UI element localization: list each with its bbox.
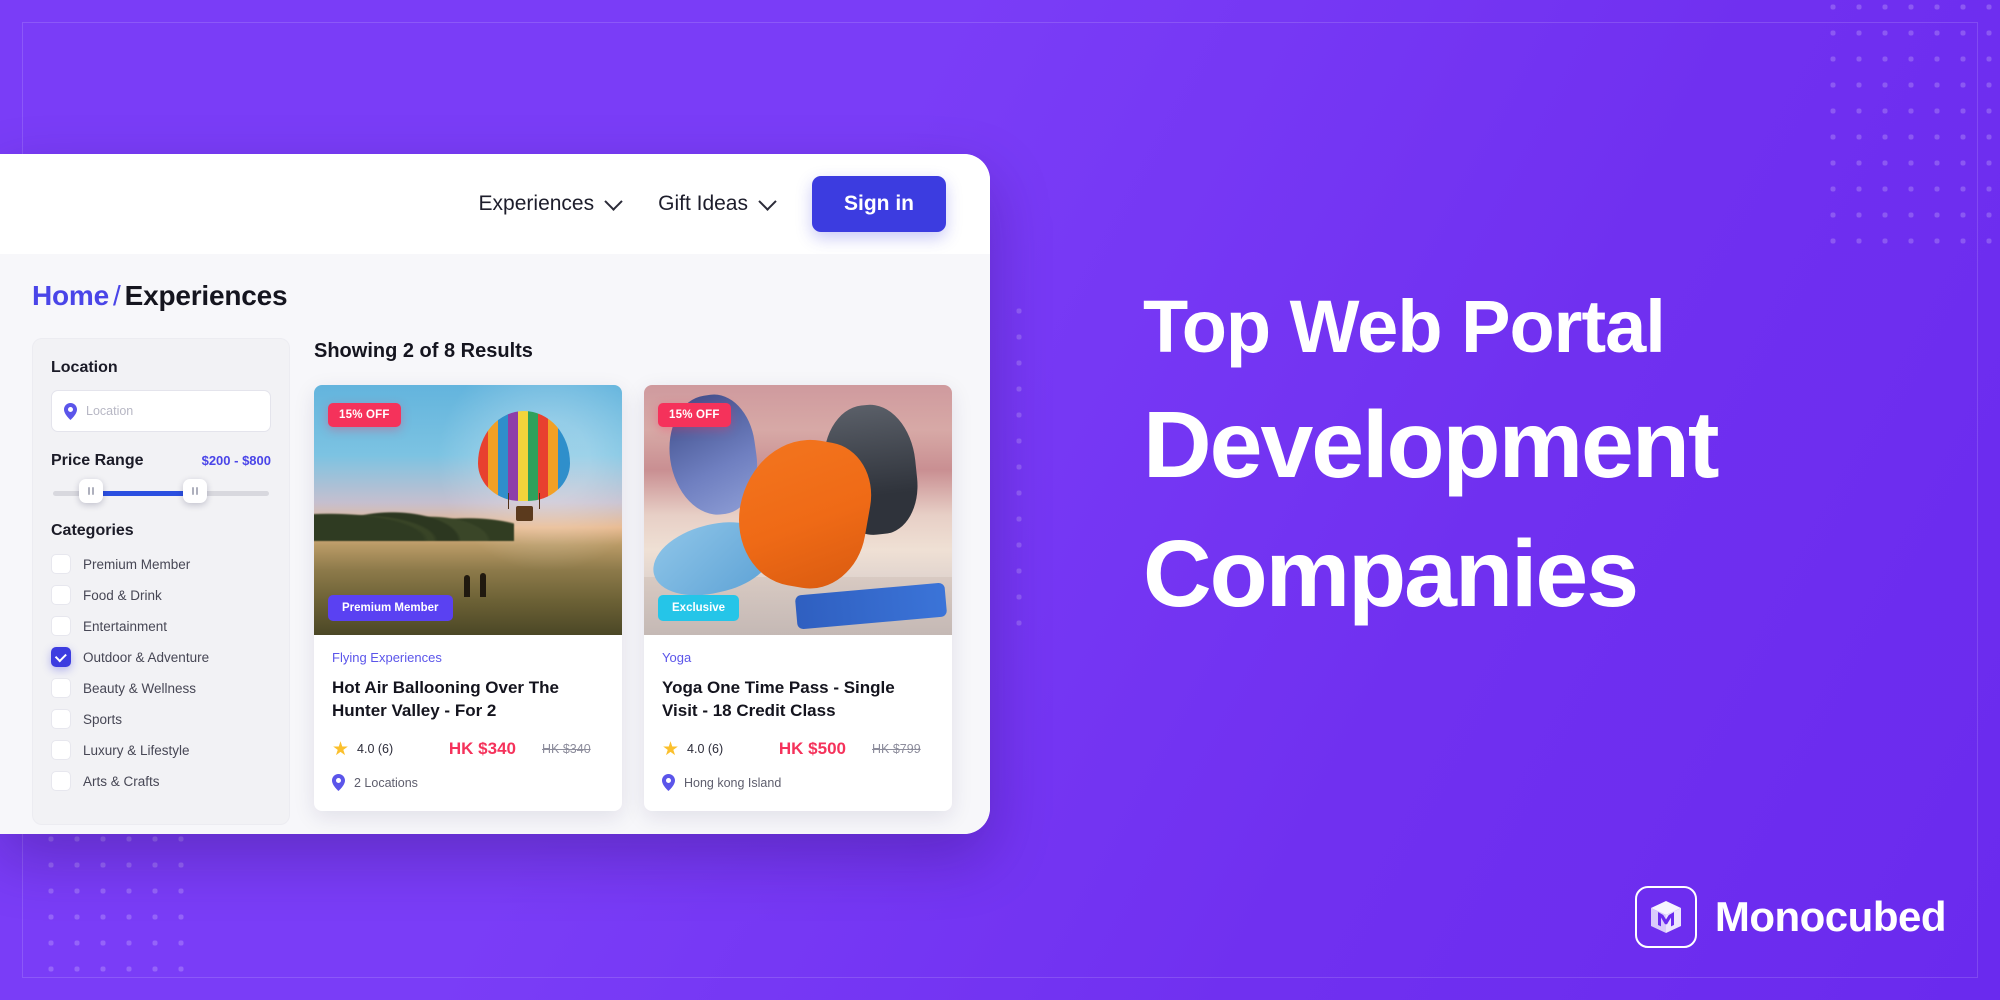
category-label: Beauty & Wellness (83, 680, 197, 696)
discount-badge: 15% OFF (328, 403, 401, 427)
nav-item-experiences[interactable]: Experiences (478, 191, 623, 216)
image-badge-exclusive: Exclusive (658, 595, 740, 621)
breadcrumb: Home / Experiences (32, 280, 990, 312)
category-item-arts-crafts[interactable]: Arts & Crafts (51, 771, 271, 791)
category-label: Premium Member (83, 556, 191, 572)
checkbox-checked[interactable] (51, 647, 71, 667)
content-area: Location Location Price Range $200 - $80… (32, 338, 990, 825)
card-title: Hot Air Ballooning Over The Hunter Valle… (332, 678, 559, 720)
discount-badge: 15% OFF (658, 403, 731, 427)
breadcrumb-current: Experiences (124, 280, 288, 311)
hot-air-balloon-illustration (478, 411, 570, 523)
location-input-placeholder: Location (86, 404, 134, 418)
category-item-premium-member[interactable]: Premium Member (51, 554, 271, 574)
monocubed-cube-icon (1634, 886, 1697, 948)
category-label: Entertainment (83, 618, 168, 634)
category-item-beauty-wellness[interactable]: Beauty & Wellness (51, 678, 271, 698)
price-range-row: Price Range $200 - $800 (51, 452, 271, 470)
checkbox[interactable] (51, 771, 71, 791)
star-icon: ★ (332, 738, 350, 760)
card-price-current: HK $340 (448, 739, 516, 759)
checkbox[interactable] (51, 616, 71, 636)
signin-button[interactable]: Sign in (812, 176, 946, 232)
page-content: Home / Experiences Location Location Price… (0, 254, 990, 834)
results-card-grid: 15% OFF Premium Member Flying Experience… (314, 385, 990, 812)
card-title: Yoga One Time Pass - Single Visit - 18 C… (662, 678, 895, 720)
promo-line-3: Companies (1143, 521, 1639, 627)
card-category-link[interactable]: Yoga (662, 650, 934, 665)
card-rating: 4.0 (6) (687, 742, 724, 757)
breadcrumb-separator: / (113, 280, 121, 311)
price-range-label: Price Range (51, 452, 144, 469)
results-panel: Showing 2 of 8 Results 15% OFF Premium M… (314, 338, 990, 825)
slider-handle-min[interactable] (79, 479, 103, 503)
promo-headline: Top Web Portal Development Companies (1143, 290, 1943, 622)
card-price-current: HK $500 (778, 739, 846, 759)
image-badge-premium-member: Premium Member (328, 595, 453, 621)
category-label: Arts & Crafts (83, 773, 160, 789)
category-item-entertainment[interactable]: Entertainment (51, 616, 271, 636)
promo-line-1: Top Web Portal (1143, 285, 1666, 368)
location-input-wrapper[interactable]: Location (51, 390, 271, 432)
categories-label: Categories (51, 522, 134, 539)
breadcrumb-home-link[interactable]: Home (32, 280, 109, 311)
results-heading: Showing 2 of 8 Results (314, 340, 533, 362)
card-category-link[interactable]: Flying Experiences (332, 650, 604, 665)
category-label: Sports (83, 711, 123, 727)
card-image-hot-air-balloon: 15% OFF Premium Member (314, 385, 622, 635)
map-pin-icon (64, 402, 77, 420)
checkbox[interactable] (51, 554, 71, 574)
image-people-silhouettes (462, 571, 502, 597)
slider-handle-max[interactable] (183, 479, 207, 503)
card-image-yoga-class: 15% OFF Exclusive (644, 385, 952, 635)
checkbox[interactable] (51, 740, 71, 760)
card-location-row: 2 Locations (332, 774, 604, 792)
card-location-text: Hong kong Island (684, 775, 782, 790)
category-item-food-drink[interactable]: Food & Drink (51, 585, 271, 605)
category-item-outdoor-adventure[interactable]: Outdoor & Adventure (51, 647, 271, 667)
app-window-screenshot: Experiences Gift Ideas Sign in Home / Expe… (0, 154, 990, 834)
promo-line-2: Development (1143, 392, 1720, 498)
card-meta-row: ★ 4.0 (6) HK $500 HK $799 (662, 739, 934, 759)
card-meta-row: ★ 4.0 (6) HK $340 HK $340 (332, 739, 604, 759)
brand-logo: Monocubed (1634, 886, 1947, 948)
category-item-luxury-lifestyle[interactable]: Luxury & Lifestyle (51, 740, 271, 760)
nav-item-label: Gift Ideas (658, 192, 748, 215)
chevron-down-icon (604, 191, 623, 211)
price-range-slider[interactable] (53, 479, 269, 503)
category-item-sports[interactable]: Sports (51, 709, 271, 729)
card-location-text: 2 Locations (354, 775, 418, 790)
navbar: Experiences Gift Ideas Sign in (0, 154, 990, 254)
checkbox[interactable] (51, 585, 71, 605)
card-body: Yoga Yoga One Time Pass - Single Visit -… (644, 635, 952, 811)
brand-logo-text: Monocubed (1714, 893, 1947, 940)
checkbox[interactable] (51, 678, 71, 698)
star-icon: ★ (662, 738, 680, 760)
category-label: Luxury & Lifestyle (83, 742, 190, 758)
card-price-original: HK $340 (542, 742, 591, 757)
chevron-down-icon (758, 191, 777, 211)
slider-fill (91, 491, 194, 496)
price-range-value: $200 - $800 (201, 453, 271, 468)
experience-card[interactable]: 15% OFF Exclusive Yoga Yoga One Time Pas… (644, 385, 952, 812)
nav-item-label: Experiences (478, 192, 595, 215)
card-location-row: Hong kong Island (662, 774, 934, 792)
location-filter-label: Location (51, 359, 118, 376)
category-label: Food & Drink (83, 587, 162, 603)
checkbox[interactable] (51, 709, 71, 729)
nav-item-gift-ideas[interactable]: Gift Ideas (658, 191, 777, 216)
experience-card[interactable]: 15% OFF Premium Member Flying Experience… (314, 385, 622, 812)
map-pin-icon (662, 774, 675, 792)
map-pin-icon (332, 774, 345, 792)
card-body: Flying Experiences Hot Air Ballooning Ov… (314, 635, 622, 811)
card-rating: 4.0 (6) (357, 742, 394, 757)
card-price-original: HK $799 (872, 742, 921, 757)
filters-sidebar: Location Location Price Range $200 - $80… (32, 338, 290, 825)
category-label: Outdoor & Adventure (83, 649, 210, 665)
